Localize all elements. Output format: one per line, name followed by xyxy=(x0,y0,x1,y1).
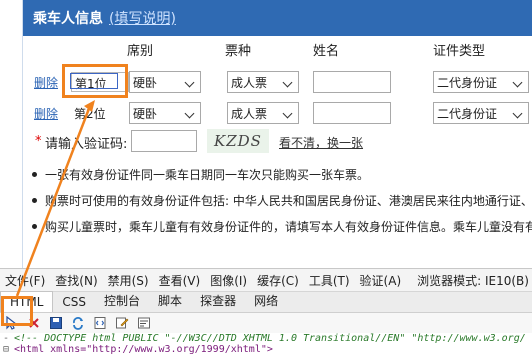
ticket-type-value: 成人票 xyxy=(231,75,268,90)
col-name: 姓名 xyxy=(313,44,340,59)
save-icon[interactable] xyxy=(48,315,64,331)
chevron-down-icon xyxy=(511,106,525,120)
refresh-captcha-link[interactable]: 看不清，换一张 xyxy=(279,134,363,151)
list-item: 购票时可使用的有效身份证件包括: 中华人民共和国居民身份证、港澳居民来往内地通行… xyxy=(23,188,532,214)
doctype-comment: <!-- DOCTYPE html PUBLIC "-//W3C//DTD XH… xyxy=(14,333,526,344)
col-id-type: 证件类型 xyxy=(433,44,486,59)
name-input[interactable] xyxy=(313,71,391,93)
menu-file[interactable]: 文件(F) xyxy=(0,272,50,289)
html-tag-line: <html xmlns="http://www.w3.org/1999/xhtm… xyxy=(14,344,273,354)
id-type-select[interactable]: 二代身份证 xyxy=(433,71,529,93)
passenger-row-2: 删除 第2位 硬卧 成人票 二代身份证 xyxy=(23,101,532,125)
code-line[interactable]: ⊟ <html xmlns="http://www.w3.org/1999/xh… xyxy=(0,344,532,354)
seat-class-value: 硬卧 xyxy=(133,75,158,90)
word-wrap-icon[interactable] xyxy=(136,315,152,331)
chevron-down-icon xyxy=(183,106,197,120)
devtools-menubar: 文件(F) 查找(N) 禁用(S) 查看(V) 图像(I) 缓存(C) 工具(T… xyxy=(0,269,532,291)
html-source-view: - <!-- DOCTYPE html PUBLIC "-//W3C//DTD … xyxy=(0,333,532,354)
refresh-icon[interactable] xyxy=(70,315,86,331)
menu-disable[interactable]: 禁用(S) xyxy=(103,272,154,289)
captcha-row: * 请输入验证码: KZDS 看不清，换一张 xyxy=(23,129,532,155)
list-item: 一张有效身份证件同一乘车日期同一车次只能购买一张车票。 xyxy=(23,162,532,188)
menu-images[interactable]: 图像(I) xyxy=(205,272,252,289)
menu-cache[interactable]: 缓存(C) xyxy=(252,272,304,289)
menu-find[interactable]: 查找(N) xyxy=(50,272,102,289)
highlight-box-seat-field xyxy=(62,64,128,98)
ticket-type-select[interactable]: 成人票 xyxy=(227,71,299,93)
tab-css[interactable]: CSS xyxy=(53,292,95,312)
tab-script[interactable]: 脚本 xyxy=(149,289,191,312)
tab-network[interactable]: 网络 xyxy=(245,289,287,312)
seat-class-value: 硬卧 xyxy=(133,106,158,121)
ticket-type-value: 成人票 xyxy=(231,106,268,121)
form-header: 乘车人信息 (填写说明) xyxy=(23,0,532,36)
tab-profiler[interactable]: 探查器 xyxy=(191,289,245,312)
menu-validate[interactable]: 验证(A) xyxy=(355,272,407,289)
col-ticket-type: 票种 xyxy=(225,44,252,59)
ticket-type-select[interactable]: 成人票 xyxy=(227,102,299,124)
seat-number-field[interactable]: 第2位 xyxy=(71,103,129,123)
highlight-box-select-tool xyxy=(1,296,33,326)
menu-tools[interactable]: 工具(T) xyxy=(304,272,355,289)
captcha-input[interactable] xyxy=(131,130,197,152)
chevron-down-icon xyxy=(281,106,295,120)
fill-instructions-link[interactable]: (填写说明) xyxy=(109,8,176,28)
id-type-value: 二代身份证 xyxy=(437,106,498,121)
col-seat-class: 席别 xyxy=(127,44,154,59)
passenger-form: 乘车人信息 (填写说明) 席别 票种 姓名 证件类型 删除 第1位 硬卧 成人票… xyxy=(22,0,532,268)
edit-icon[interactable] xyxy=(114,315,130,331)
delete-link[interactable]: 删除 xyxy=(34,105,58,122)
developer-tools-panel: 文件(F) 查找(N) 禁用(S) 查看(V) 图像(I) 缓存(C) 工具(T… xyxy=(0,268,532,354)
devtools-tabs: HTML CSS 控制台 脚本 探查器 网络 xyxy=(0,291,532,313)
chevron-down-icon xyxy=(281,75,295,89)
delete-link[interactable]: 删除 xyxy=(34,74,58,91)
captcha-image[interactable]: KZDS xyxy=(207,129,269,153)
code-line[interactable]: - <!-- DOCTYPE html PUBLIC "-//W3C//DTD … xyxy=(0,333,532,344)
browser-mode-menu[interactable]: 浏览器模式: IE10(B) xyxy=(412,272,532,289)
captcha-label: 请输入验证码: xyxy=(45,137,128,152)
chevron-down-icon xyxy=(183,75,197,89)
tab-console[interactable]: 控制台 xyxy=(95,289,149,312)
expand-toggle-icon[interactable]: ⊟ xyxy=(3,344,9,354)
id-type-select[interactable]: 二代身份证 xyxy=(433,102,529,124)
name-input[interactable] xyxy=(313,102,391,124)
seat-class-select[interactable]: 硬卧 xyxy=(129,102,201,124)
notes-list: 一张有效身份证件同一乘车日期同一车次只能购买一张车票。 购票时可使用的有效身份证… xyxy=(23,162,532,240)
required-star: * xyxy=(35,134,42,149)
seat-class-select[interactable]: 硬卧 xyxy=(129,71,201,93)
form-title: 乘车人信息 xyxy=(33,11,103,27)
menu-view[interactable]: 查看(V) xyxy=(154,272,206,289)
chevron-down-icon xyxy=(511,75,525,89)
devtools-toolbar xyxy=(0,313,532,333)
dom-view-icon[interactable] xyxy=(92,315,108,331)
column-headers: 席别 票种 姓名 证件类型 xyxy=(23,40,532,60)
list-item: 购买儿童票时，乘车儿童有有效身份证件的，请填写本人有效身份证件信息。乘车儿童没有… xyxy=(23,214,532,240)
id-type-value: 二代身份证 xyxy=(437,75,498,90)
